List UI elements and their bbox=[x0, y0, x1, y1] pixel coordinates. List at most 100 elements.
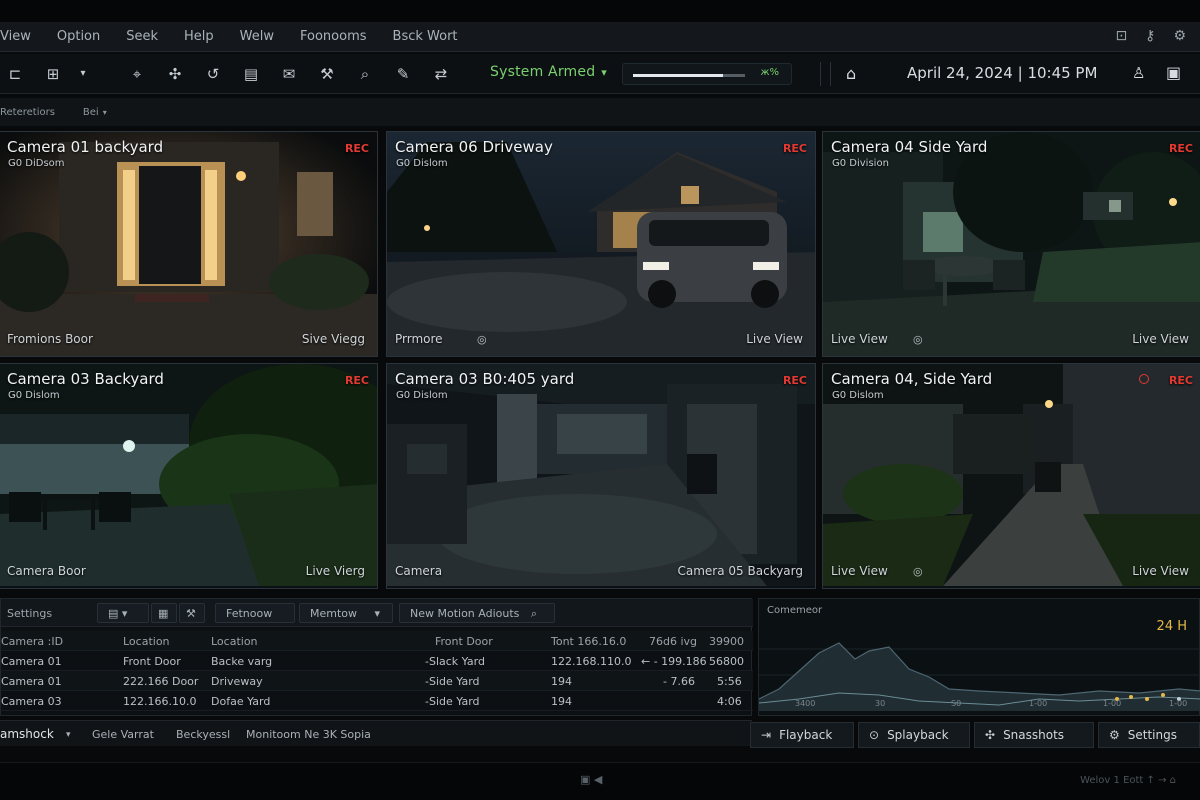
key-icon[interactable]: ⚷ bbox=[1145, 28, 1155, 44]
column-header[interactable]: Front Door bbox=[435, 635, 493, 648]
events-toolbar: Settings ▤ ▾ ▦ ⚒ Fetnoow Memtow ▾ New Mo… bbox=[1, 599, 753, 627]
camera-tile-1[interactable]: Camera 01 backyard Ǥ0 DiDsom REC Fromion… bbox=[0, 131, 378, 357]
menu-item-help[interactable]: Help bbox=[184, 29, 226, 44]
cell-location: Backe varg bbox=[211, 655, 273, 668]
tab-gate[interactable]: Gele Varrat bbox=[92, 728, 154, 741]
chevron-down-icon: ▾ bbox=[601, 66, 608, 79]
settings-gear-icon[interactable]: ⚙ bbox=[1173, 28, 1186, 44]
volume-slider[interactable]: ж% bbox=[622, 63, 792, 85]
column-header[interactable]: 76d6 ivg bbox=[649, 635, 697, 648]
breadcrumb-root[interactable]: Reteretiors bbox=[0, 107, 55, 118]
menu-item-welw[interactable]: Welw bbox=[240, 29, 286, 44]
view-select[interactable]: ▤ ▾ bbox=[97, 603, 149, 623]
table-row[interactable]: Camera 03 122.166.10.0 Dofae Yard -Side … bbox=[1, 691, 753, 711]
column-header[interactable]: Tont 166.16.0 bbox=[551, 635, 626, 648]
settings-button[interactable]: ⚙ Settings bbox=[1098, 722, 1200, 748]
camera-caption-right[interactable]: Sive Viegg bbox=[302, 332, 365, 346]
cell-ip: 194 bbox=[551, 675, 572, 688]
axis-tick: 1-00 bbox=[1169, 699, 1188, 708]
tab-monitor[interactable]: Monitoom Ne 3K Sopia bbox=[246, 728, 371, 741]
mail-icon[interactable]: ✉ bbox=[278, 65, 300, 83]
camera-tile-5[interactable]: Camera 03 B0:405 yard Ǥ0 Dislom REC Came… bbox=[386, 363, 816, 589]
list-icon: ▤ ▾ bbox=[108, 607, 128, 620]
splayback-label: Splayback bbox=[887, 728, 949, 742]
cell-value: - 7.66 bbox=[663, 675, 695, 688]
tools-button[interactable]: ⚒ bbox=[179, 603, 205, 623]
media-icons[interactable]: ▣ ◀ bbox=[580, 773, 602, 786]
user-icon[interactable]: ♙ bbox=[1132, 64, 1145, 82]
tools-icon[interactable]: ⚒ bbox=[316, 65, 338, 83]
menu-item-foonooms[interactable]: Foonooms bbox=[300, 29, 379, 44]
new-motion-alerts-button[interactable]: New Motion Adiouts ⌕ bbox=[399, 603, 555, 623]
system-status-dropdown[interactable]: System Armed ▾ bbox=[490, 64, 607, 80]
cell-camera: Camera 01 bbox=[1, 675, 62, 688]
layout-icon[interactable]: ⊏ bbox=[4, 65, 26, 83]
camera-title: Camera 01 backyard bbox=[7, 138, 164, 156]
cell-value: 56800 bbox=[709, 655, 744, 668]
table-row[interactable]: Camera 01 Front Door Backe varg -Slack Y… bbox=[1, 651, 753, 671]
camera-caption-right[interactable]: Live View bbox=[1132, 332, 1189, 346]
menu-item-option[interactable]: Option bbox=[57, 29, 112, 44]
rec-badge: REC bbox=[344, 142, 369, 155]
camera-tile-3[interactable]: Camera 04 Side Yard Ǥ0 Division REC Live… bbox=[822, 131, 1200, 357]
menu-item-view[interactable]: View bbox=[0, 29, 43, 44]
camera-title: Camera 03 Backyard bbox=[7, 370, 164, 388]
image-icon: ▦ bbox=[158, 607, 169, 620]
pen-icon[interactable]: ✎ bbox=[392, 65, 414, 83]
camera-caption-right[interactable]: Live View bbox=[1132, 564, 1189, 578]
playback-button[interactable]: ⇥ Flayback bbox=[750, 722, 854, 748]
grid-icon[interactable]: ⊞ bbox=[42, 65, 64, 83]
table-icon[interactable]: ▤ bbox=[240, 65, 262, 83]
camera-feed-garage bbox=[387, 364, 815, 586]
pointer-icon[interactable]: ⌖ bbox=[126, 65, 148, 83]
splayback-button[interactable]: ⊙ Splayback bbox=[858, 722, 970, 748]
camera-tile-6[interactable]: Camera 04, Side Yard Ǥ0 Dislom REC Live … bbox=[822, 363, 1200, 589]
chevron-down-icon[interactable]: ▾ bbox=[66, 730, 71, 740]
chevron-down-icon[interactable]: ▾ bbox=[72, 68, 94, 79]
rotate-icon[interactable]: ↺ bbox=[202, 65, 224, 83]
events-table: Camera :ID Location Location Front Door … bbox=[1, 631, 753, 711]
column-header[interactable]: Location bbox=[123, 635, 170, 648]
breadcrumb-current[interactable]: Bei bbox=[83, 107, 99, 118]
filter-tab[interactable]: Fetnoow bbox=[215, 603, 295, 623]
image-button[interactable]: ▦ bbox=[151, 603, 177, 623]
zoom-icon[interactable]: ⌕ bbox=[354, 65, 376, 83]
snapshots-button[interactable]: ✣ Snasshots bbox=[974, 722, 1094, 748]
transfer-icon[interactable]: ⇄ bbox=[430, 65, 452, 83]
rec-badge: REC bbox=[1168, 374, 1193, 387]
divider bbox=[830, 62, 831, 86]
column-header[interactable]: Camera :ID bbox=[1, 635, 63, 648]
cross-icon[interactable]: ✣ bbox=[164, 65, 186, 83]
camera-caption-right[interactable]: Live View bbox=[746, 332, 803, 346]
camera-tile-4[interactable]: Camera 03 Backyard Ǥ0 Dislom REC Camera … bbox=[0, 363, 378, 589]
chevron-down-icon[interactable]: ▾ bbox=[103, 108, 107, 117]
camera-caption-right[interactable]: Live Vierg bbox=[306, 564, 365, 578]
rec-badge: REC bbox=[782, 142, 807, 155]
home-icon[interactable]: ⌂ bbox=[846, 64, 856, 83]
volume-fill bbox=[633, 74, 723, 77]
cell-location: 122.166.10.0 bbox=[123, 695, 197, 708]
camera-tile-2[interactable]: Camera 06 Driveway Ǥ0 Dislom REC Prrmore… bbox=[386, 131, 816, 357]
column-header[interactable]: 39900 bbox=[709, 635, 744, 648]
target-icon[interactable]: ◎ bbox=[477, 333, 487, 346]
cell-ip: 194 bbox=[551, 695, 572, 708]
target-icon[interactable]: ◎ bbox=[913, 565, 923, 578]
tab-backyard[interactable]: Beckyessl bbox=[176, 728, 230, 741]
camera-caption-left: Live View bbox=[831, 332, 888, 346]
table-row[interactable]: Camera 01 222.166 Door Driveway -Side Ya… bbox=[1, 671, 753, 691]
memory-dropdown[interactable]: Memtow ▾ bbox=[299, 603, 393, 623]
menu-item-back[interactable]: Bsck Wort bbox=[393, 29, 470, 44]
column-header[interactable]: Location bbox=[211, 635, 258, 648]
cell-camera: Camera 03 bbox=[1, 695, 62, 708]
target-icon[interactable]: ◎ bbox=[913, 333, 923, 346]
tab-settings[interactable]: Settings bbox=[7, 607, 52, 620]
rec-badge: REC bbox=[1168, 142, 1193, 155]
camera-title: Camera 03 B0:405 yard bbox=[395, 370, 575, 388]
axis-tick: 30 bbox=[875, 699, 886, 708]
tab-snapshot[interactable]: amshock bbox=[0, 727, 54, 741]
cell-zone: -Side Yard bbox=[425, 675, 480, 688]
window-icon[interactable]: ⊡ bbox=[1115, 28, 1127, 44]
camera-caption-right[interactable]: Camera 05 Backyarg bbox=[678, 564, 804, 578]
save-icon[interactable]: ▣ bbox=[1166, 63, 1181, 82]
menu-item-seek[interactable]: Seek bbox=[126, 29, 170, 44]
